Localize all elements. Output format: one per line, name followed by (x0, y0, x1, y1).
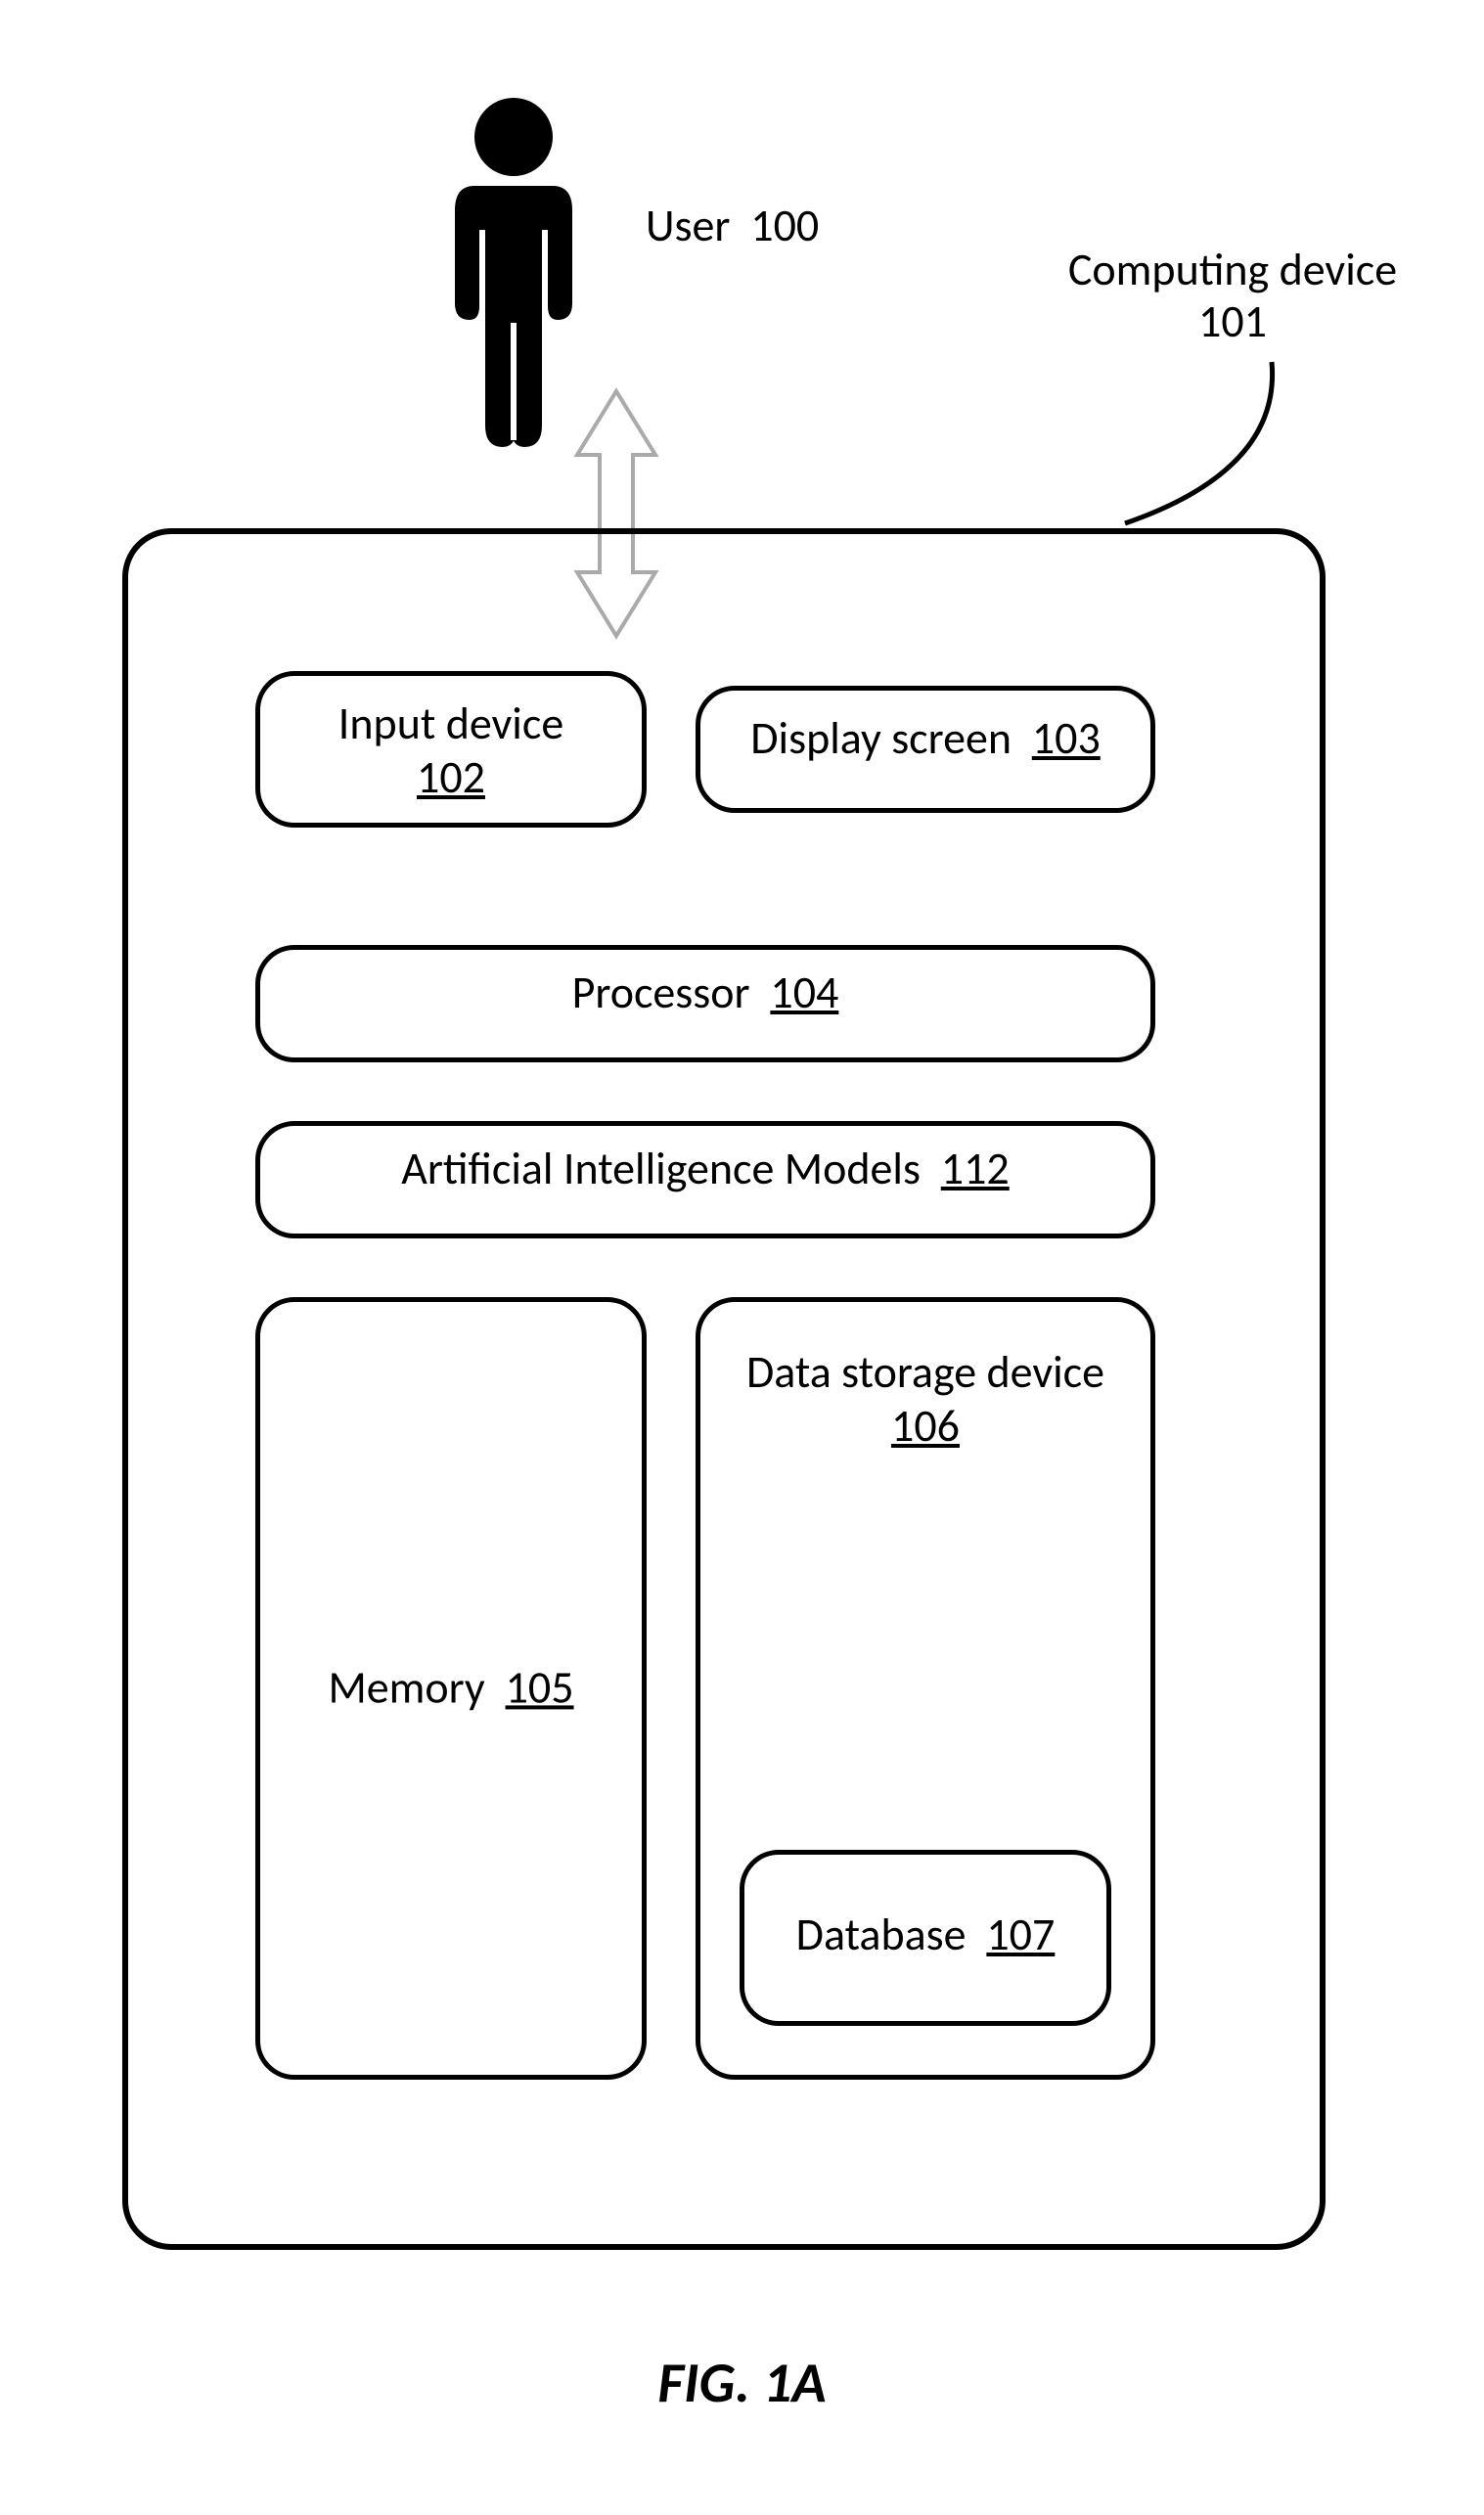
device-label-num: 101 (1198, 294, 1267, 349)
diagram-canvas: User 100 Computing device 101 Input devi… (0, 0, 1484, 2515)
input-device-num: 102 (417, 750, 485, 805)
display-screen-box: Display screen 103 (696, 686, 1155, 813)
memory-num: 105 (506, 1660, 574, 1715)
display-screen-num: 103 (1032, 711, 1101, 766)
ai-models-box: Artificial Intelligence Models 112 (255, 1121, 1155, 1238)
user-label-text: User (646, 199, 730, 253)
ai-models-num: 112 (941, 1142, 1010, 1196)
processor-num: 104 (770, 966, 838, 1020)
processor-box: Processor 104 (255, 945, 1155, 1062)
database-box: Database 107 (740, 1850, 1111, 2026)
memory-text: Memory (328, 1660, 484, 1715)
storage-num: 106 (891, 1399, 960, 1454)
database-text: Database (796, 1908, 967, 1962)
leader-line (1096, 352, 1311, 538)
display-screen-text: Display screen (750, 711, 1012, 766)
database-num: 107 (986, 1908, 1055, 1962)
computing-device-box: Input device 102 Display screen 103 Proc… (122, 528, 1326, 2250)
input-device-box: Input device 102 (255, 671, 647, 828)
input-device-text: Input device (338, 696, 563, 751)
memory-box: Memory 105 (255, 1297, 647, 2080)
storage-text: Data storage device (746, 1345, 1104, 1400)
user-label-num: 100 (750, 199, 819, 253)
ai-models-text: Artificial Intelligence Models (401, 1142, 921, 1196)
user-label: User 100 (646, 201, 819, 252)
device-label-text: Computing device (1068, 243, 1397, 297)
figure-caption: FIG. 1A (0, 2348, 1484, 2417)
device-label: Computing device 101 (1066, 245, 1399, 348)
processor-text: Processor (572, 966, 750, 1020)
storage-box: Data storage device 106 Database 107 (696, 1297, 1155, 2080)
